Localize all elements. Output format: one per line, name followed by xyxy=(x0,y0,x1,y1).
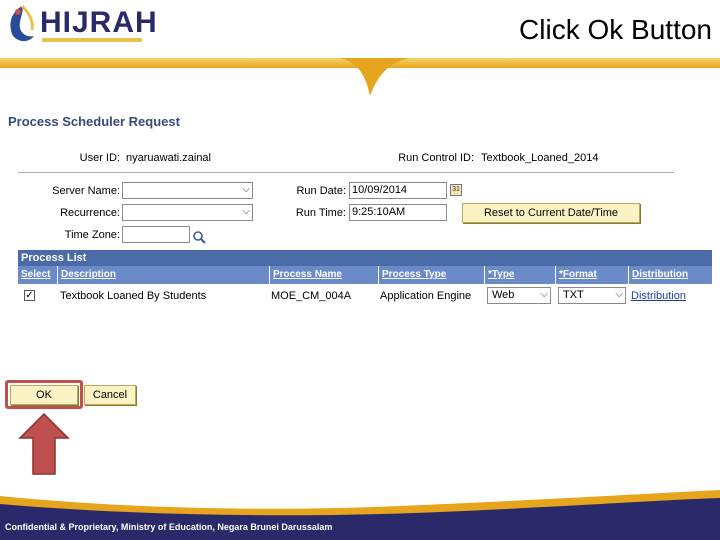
time-zone-label: Time Zone: xyxy=(64,229,120,241)
server-name-select[interactable]: ⌵ xyxy=(122,182,253,199)
logo-underline xyxy=(42,38,142,42)
user-id-label: User ID: xyxy=(79,152,120,164)
row-description: Textbook Loaned By Students xyxy=(60,290,207,302)
reset-date-time-button[interactable]: Reset to Current Date/Time xyxy=(462,203,640,223)
slide-title: Click Ok Button xyxy=(519,14,712,45)
type-select-value: Web xyxy=(492,289,515,301)
calendar-icon[interactable]: 31 xyxy=(450,184,462,196)
footer-band xyxy=(0,490,720,540)
row-process-name: MOE_CM_004A xyxy=(271,290,352,302)
type-select[interactable]: Web ⌵ xyxy=(487,287,551,304)
arrow-up-icon xyxy=(18,412,70,475)
chevron-down-icon: ⌵ xyxy=(615,289,623,300)
process-list-column-headers: Select Description Process Name Process … xyxy=(18,266,712,284)
cancel-button[interactable]: Cancel xyxy=(84,385,136,405)
column-header-format[interactable]: *Format xyxy=(556,266,629,284)
hijrah-logo: HIJRAH xyxy=(4,2,157,50)
format-select[interactable]: TXT ⌵ xyxy=(558,287,626,304)
page-title: Process Scheduler Request xyxy=(8,114,180,129)
format-select-value: TXT xyxy=(563,289,584,301)
server-name-label: Server Name: xyxy=(52,185,120,197)
run-control-label: Run Control ID: xyxy=(398,152,474,164)
recurrence-select[interactable]: ⌵ xyxy=(122,204,253,221)
divider-line xyxy=(18,172,674,173)
search-icon[interactable] xyxy=(192,230,206,244)
column-header-process-type[interactable]: Process Type xyxy=(379,266,485,284)
ok-button[interactable]: OK xyxy=(10,385,78,405)
gold-bar-notch xyxy=(340,58,410,96)
column-header-distribution[interactable]: Distribution xyxy=(629,266,712,284)
process-list-header: Process List xyxy=(18,250,712,266)
chevron-down-icon: ⌵ xyxy=(242,206,250,217)
run-time-input[interactable]: 9:25:10AM xyxy=(349,204,447,221)
hijrah-emblem-icon xyxy=(10,4,34,42)
logo-text: HIJRAH xyxy=(40,6,158,39)
column-header-description[interactable]: Description xyxy=(58,266,270,284)
run-date-input[interactable]: 10/09/2014 xyxy=(349,182,447,199)
recurrence-label: Recurrence: xyxy=(60,207,120,219)
chevron-down-icon: ⌵ xyxy=(242,184,250,195)
column-header-process-name[interactable]: Process Name xyxy=(270,266,379,284)
column-header-select[interactable]: Select xyxy=(18,266,58,284)
run-time-label: Run Time: xyxy=(295,207,346,219)
column-header-type[interactable]: *Type xyxy=(485,266,556,284)
user-id-value: nyaruawati.zainal xyxy=(126,152,211,164)
time-zone-input[interactable] xyxy=(122,226,190,243)
row-process-type: Application Engine xyxy=(380,290,472,302)
select-checkbox[interactable]: ✓ xyxy=(24,290,35,301)
chevron-down-icon: ⌵ xyxy=(540,289,548,300)
run-date-label: Run Date: xyxy=(296,185,346,197)
run-control-value: Textbook_Loaned_2014 xyxy=(481,152,599,164)
footer-text: Confidential & Proprietary, Ministry of … xyxy=(5,522,333,532)
distribution-link[interactable]: Distribution xyxy=(631,290,686,302)
